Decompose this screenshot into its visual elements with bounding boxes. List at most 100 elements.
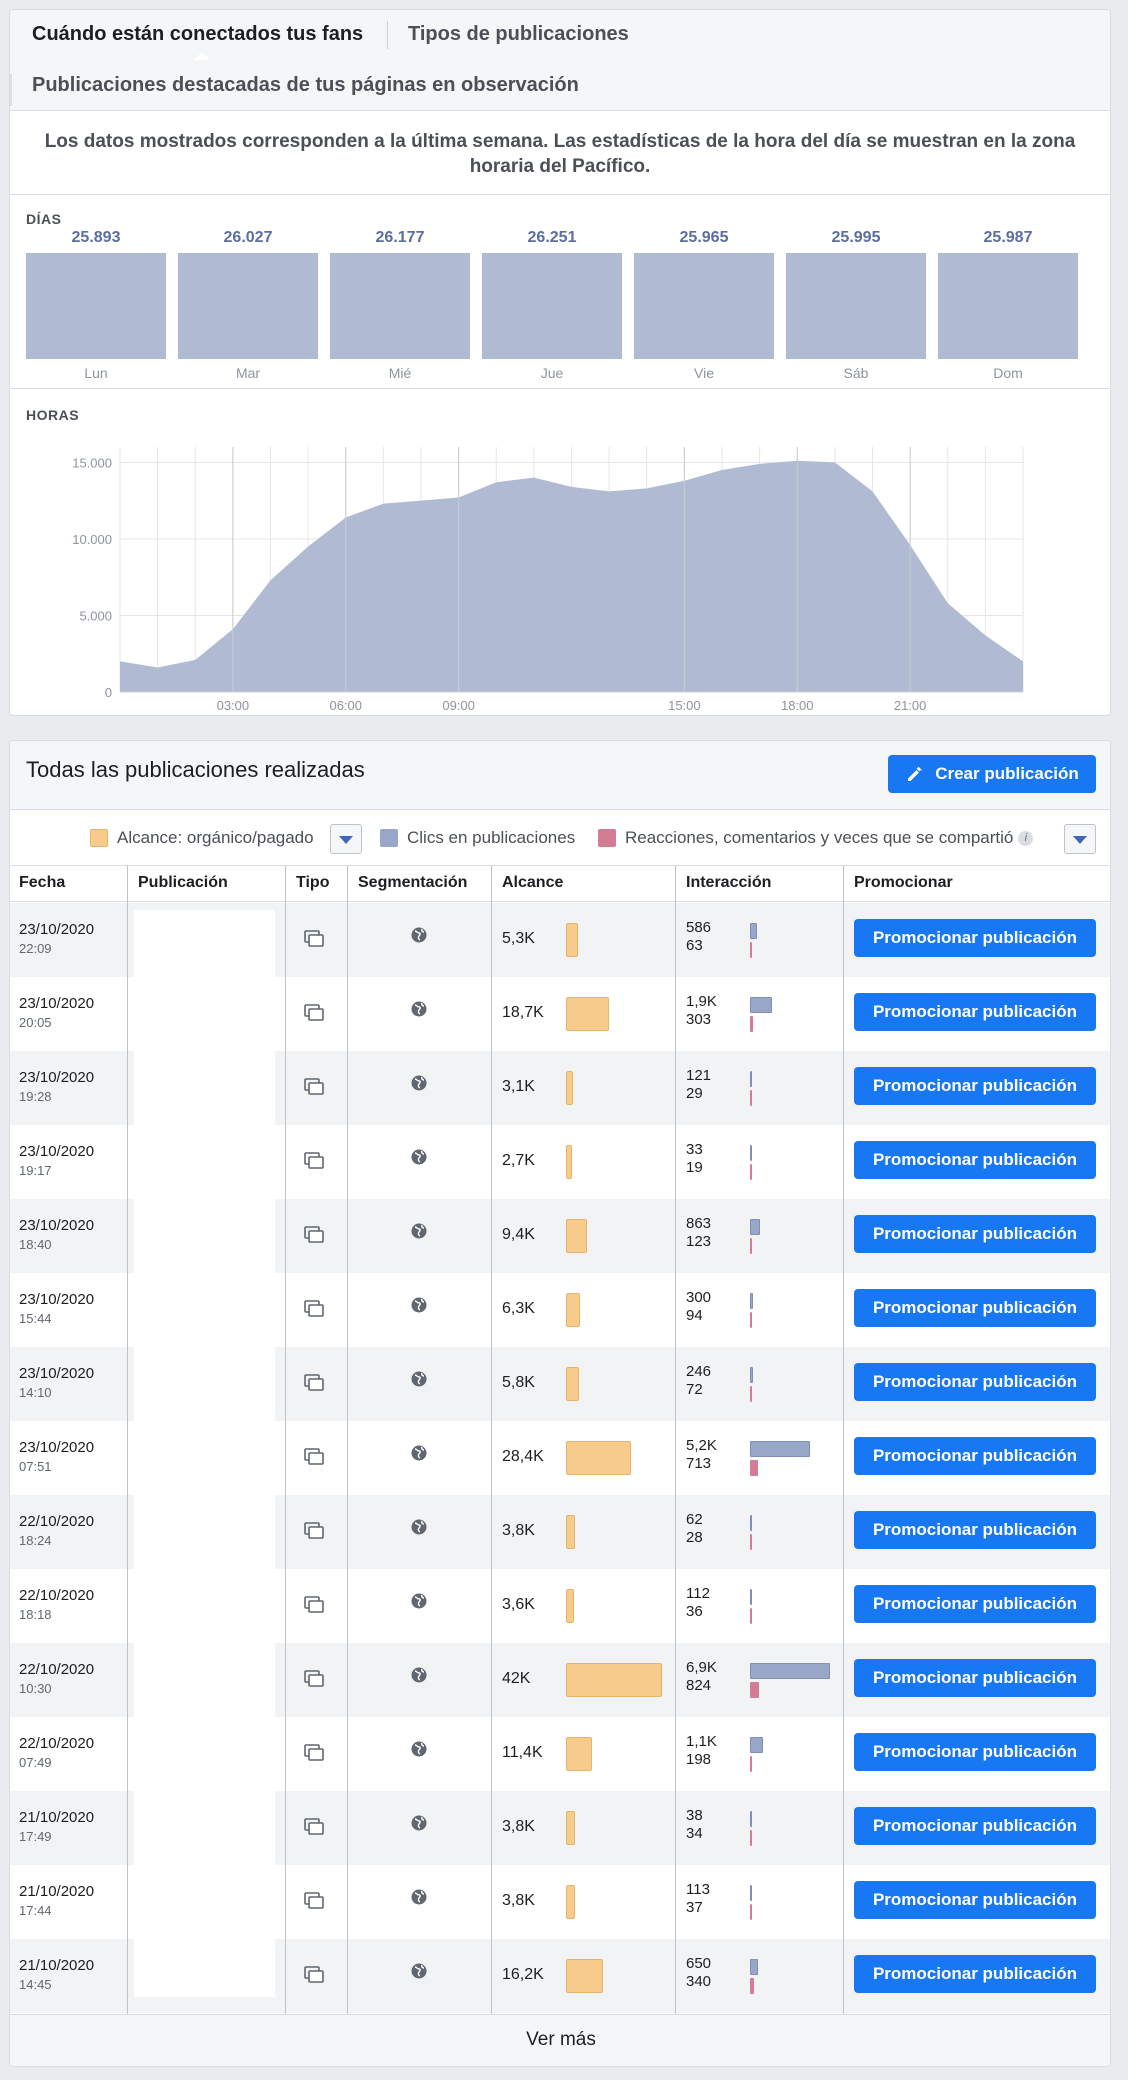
- reactions-value: 303: [686, 1011, 712, 1028]
- day-column: 25.965 Vie: [634, 229, 774, 381]
- day-column: 25.893 Lun: [26, 229, 166, 381]
- day-label: Vie: [694, 365, 714, 381]
- post-type-icon: [304, 1596, 324, 1613]
- day-column: 26.177 Mié: [330, 229, 470, 381]
- create-post-button[interactable]: Crear publicación: [888, 755, 1096, 793]
- globe-icon: [411, 1667, 427, 1683]
- x-tick-label: 15:00: [668, 698, 701, 713]
- promote-post-button[interactable]: Promocionar publicación: [854, 1437, 1096, 1475]
- pencil-icon: [908, 767, 923, 781]
- post-time: 18:40: [19, 1237, 52, 1252]
- reach-bar: [566, 997, 609, 1031]
- fans-insights-card: Cuándo están conectados tus fans Tipos d…: [9, 9, 1111, 716]
- y-tick-label: 0: [105, 685, 112, 700]
- promote-post-button[interactable]: Promocionar publicación: [854, 1289, 1096, 1327]
- post-date: 23/10/2020: [19, 1143, 95, 1160]
- legend-reach-label: Alcance: orgánico/pagado: [117, 828, 314, 847]
- tab-marker: [10, 74, 12, 106]
- clicks-swatch: [380, 829, 398, 847]
- globe-icon: [411, 1963, 427, 1979]
- reactions-bar: [750, 1312, 752, 1328]
- clicks-value: 5,2K: [686, 1437, 717, 1454]
- day-label: Sáb: [843, 365, 869, 381]
- hours-area: [120, 460, 1023, 692]
- clicks-value: 6,9K: [686, 1659, 717, 1676]
- clicks-bar: [750, 1589, 752, 1605]
- tab-post-types[interactable]: Tipos de publicaciones: [408, 23, 629, 46]
- promote-post-button[interactable]: Promocionar publicación: [854, 1659, 1096, 1697]
- promote-post-button[interactable]: Promocionar publicación: [854, 1733, 1096, 1771]
- promote-post-button[interactable]: Promocionar publicación: [854, 1215, 1096, 1253]
- engagement-metric-dropdown[interactable]: [1064, 824, 1096, 854]
- reactions-bar: [750, 1830, 752, 1846]
- clicks-bar: [750, 997, 772, 1013]
- legend-reactions-label: Reacciones, comentarios y veces que se c…: [625, 828, 1014, 847]
- clicks-bar: [750, 1959, 758, 1975]
- column-divider: [285, 866, 286, 2014]
- col-reach[interactable]: Alcance: [502, 874, 563, 892]
- col-post[interactable]: Publicación: [138, 874, 228, 892]
- reach-value: 18,7K: [502, 1004, 544, 1021]
- post-time: 10:30: [19, 1681, 52, 1696]
- promote-post-button[interactable]: Promocionar publicación: [854, 1511, 1096, 1549]
- post-date: 22/10/2020: [19, 1661, 95, 1678]
- clicks-value: 113: [686, 1881, 710, 1898]
- promote-post-button[interactable]: Promocionar publicación: [854, 1585, 1096, 1623]
- post-date: 22/10/2020: [19, 1513, 95, 1530]
- promote-post-button[interactable]: Promocionar publicación: [854, 1067, 1096, 1105]
- col-promote: Promocionar: [854, 874, 953, 891]
- x-tick-label: 06:00: [329, 698, 362, 713]
- promote-post-button[interactable]: Promocionar publicación: [854, 993, 1096, 1031]
- promote-post-button[interactable]: Promocionar publicación: [854, 919, 1096, 957]
- col-targeting[interactable]: Segmentación: [358, 874, 467, 892]
- globe-icon: [411, 1519, 427, 1535]
- reach-bar: [566, 1145, 572, 1179]
- tab-fans-online[interactable]: Cuándo están conectados tus fans: [32, 23, 363, 46]
- clicks-bar: [750, 1885, 752, 1901]
- col-date[interactable]: Fecha: [19, 874, 65, 892]
- clicks-bar: [750, 1071, 752, 1087]
- clicks-value: 300: [686, 1289, 712, 1306]
- reactions-value: 824: [686, 1677, 712, 1694]
- reach-bar: [566, 1219, 587, 1253]
- post-date: 23/10/2020: [19, 1217, 95, 1234]
- day-label: Lun: [84, 365, 108, 381]
- clicks-value: 1,1K: [686, 1733, 717, 1750]
- post-type-icon: [304, 1892, 324, 1909]
- promote-post-button[interactable]: Promocionar publicación: [854, 1141, 1096, 1179]
- reach-value: 3,8K: [502, 1818, 535, 1835]
- col-engagement[interactable]: Interacción: [686, 874, 771, 892]
- see-more-button[interactable]: Ver más: [10, 2014, 1110, 2066]
- y-tick-label: 5.000: [79, 608, 112, 623]
- promote-post-button[interactable]: Promocionar publicación: [854, 1881, 1096, 1919]
- clicks-value: 112: [686, 1585, 710, 1602]
- legend-clicks: Clics en publicaciones: [380, 828, 575, 848]
- clicks-value: 650: [686, 1955, 712, 1972]
- promote-post-button[interactable]: Promocionar publicación: [854, 1363, 1096, 1401]
- day-bar: [26, 253, 166, 359]
- promote-post-button[interactable]: Promocionar publicación: [854, 1807, 1096, 1845]
- x-tick-label: 21:00: [894, 698, 927, 713]
- promote-post-button[interactable]: Promocionar publicación: [854, 1955, 1096, 1993]
- column-divider: [491, 866, 492, 2014]
- insights-tabs: Cuándo están conectados tus fans Tipos d…: [10, 10, 1110, 111]
- reach-bar: [566, 1959, 603, 1993]
- legend-reach: Alcance: orgánico/pagado: [90, 828, 314, 848]
- timezone-notice: Los datos mostrados corresponden a la úl…: [10, 111, 1110, 195]
- reach-bar: [566, 1811, 575, 1845]
- clicks-value: 62: [686, 1511, 703, 1528]
- col-type[interactable]: Tipo: [296, 874, 329, 892]
- post-date: 21/10/2020: [19, 1809, 95, 1826]
- info-icon[interactable]: i: [1018, 830, 1034, 846]
- reach-value: 3,8K: [502, 1522, 535, 1539]
- reach-bar: [566, 1071, 573, 1105]
- reach-value: 42K: [502, 1670, 531, 1687]
- reach-metric-dropdown[interactable]: [330, 824, 362, 854]
- globe-icon: [411, 1001, 427, 1017]
- post-date: 22/10/2020: [19, 1735, 95, 1752]
- tab-featured-posts[interactable]: Publicaciones destacadas de tus páginas …: [32, 74, 579, 97]
- reach-swatch: [90, 829, 108, 847]
- post-type-icon: [304, 1966, 324, 1983]
- post-time: 18:18: [19, 1607, 52, 1622]
- reactions-bar: [750, 942, 752, 958]
